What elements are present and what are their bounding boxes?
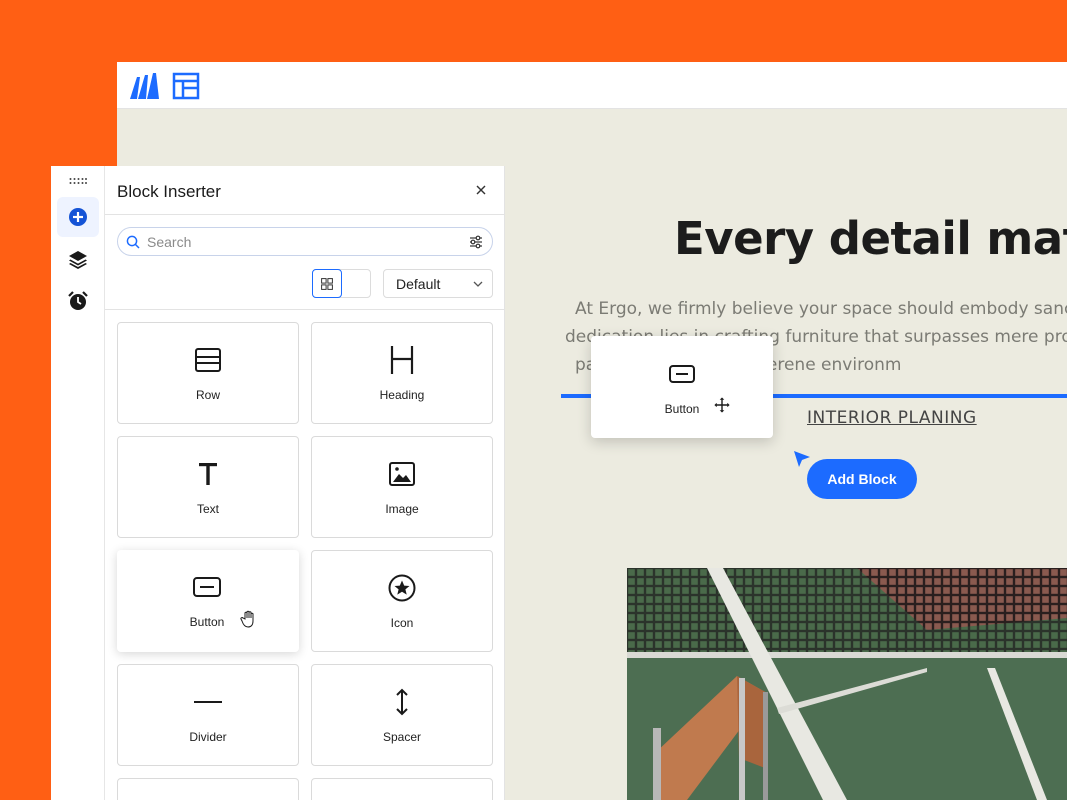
paragraph-line-1[interactable]: At Ergo, we firmly believe your space sh… (575, 299, 1067, 319)
row-icon (195, 348, 221, 372)
add-block-button[interactable]: Add Block (807, 459, 917, 499)
sort-value: Default (396, 276, 441, 292)
search-icon (126, 235, 140, 249)
block-tile-spacer[interactable]: Spacer (311, 664, 493, 766)
layout-icon[interactable] (172, 72, 200, 100)
cursor-pointer-icon (794, 451, 810, 467)
dragged-block-label: Button (664, 402, 700, 416)
text-icon (199, 463, 217, 485)
editor-topbar (117, 62, 1067, 109)
page-headline[interactable]: Every detail matte (674, 212, 1067, 265)
button-icon (669, 365, 695, 383)
dragged-button-block[interactable]: Button (591, 336, 773, 438)
divider (105, 214, 505, 215)
block-tile-button[interactable]: Button (117, 550, 299, 652)
block-tile-partial[interactable] (117, 778, 299, 800)
block-tile-text[interactable]: Text (117, 436, 299, 538)
view-toggle (312, 269, 371, 298)
alarm-clock-icon (68, 291, 88, 310)
block-tile-image[interactable]: Image (311, 436, 493, 538)
grid-icon (321, 277, 333, 290)
block-tile-row[interactable]: Row (117, 322, 299, 424)
close-panel-button[interactable] (473, 182, 489, 198)
block-tile-label: Button (189, 615, 225, 629)
block-inserter-panel: Block Inserter Search Default Row Headin… (105, 166, 505, 800)
search-field[interactable] (117, 227, 493, 256)
divider (105, 309, 505, 310)
brand-logo-icon[interactable] (128, 73, 160, 99)
rail-add-button[interactable] (57, 197, 99, 237)
interior-planning-link[interactable]: INTERIOR PLANING (807, 408, 977, 428)
chevron-down-icon (473, 281, 483, 287)
block-tile-label: Text (196, 502, 219, 516)
image-icon (389, 462, 415, 486)
block-tile-label: Heading (379, 388, 425, 402)
sidebar-rail (51, 166, 105, 800)
block-tile-label: Image (385, 502, 419, 516)
panel-title: Block Inserter (117, 182, 221, 201)
block-tile-label: Spacer (382, 730, 422, 744)
star-icon (388, 574, 416, 602)
block-tile-partial[interactable] (311, 778, 493, 800)
hand-cursor-icon (240, 610, 254, 628)
rail-layers-button[interactable] (57, 239, 99, 279)
block-tile-label: Divider (189, 730, 227, 744)
search-input[interactable] (147, 232, 457, 252)
grid-view-button[interactable] (312, 269, 342, 298)
close-icon (476, 185, 486, 195)
layers-icon (69, 251, 87, 269)
button-icon (193, 577, 221, 597)
block-tile-heading[interactable]: Heading (311, 322, 493, 424)
block-tile-label: Row (195, 388, 220, 402)
block-tile-icon[interactable]: Icon (311, 550, 493, 652)
rail-history-button[interactable] (57, 281, 99, 321)
tennis-court-photo (627, 568, 1067, 800)
plus-circle-icon (69, 208, 87, 226)
block-tile-label: Icon (390, 616, 414, 630)
spacer-icon (396, 688, 408, 716)
drag-handle-icon[interactable] (69, 177, 87, 185)
move-cursor-icon (714, 397, 730, 413)
divider-icon (194, 701, 222, 703)
sort-dropdown[interactable]: Default (383, 269, 493, 298)
heading-icon (390, 346, 414, 374)
block-tile-divider[interactable]: Divider (117, 664, 299, 766)
filter-settings-icon[interactable] (469, 235, 483, 249)
